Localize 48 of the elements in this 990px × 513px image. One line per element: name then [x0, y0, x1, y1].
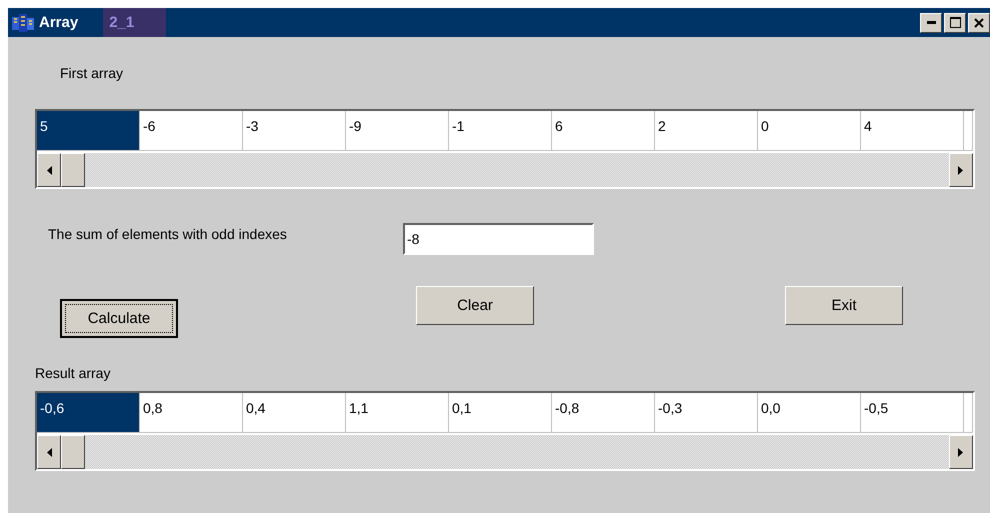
- title-overlay-text: 2_1: [103, 8, 166, 37]
- grid-cell[interactable]: -0,8: [552, 393, 655, 433]
- left-arrow-icon: [46, 448, 52, 456]
- grid-cell[interactable]: 1,1: [346, 393, 449, 433]
- grid-cell[interactable]: 0,8: [140, 393, 243, 433]
- maximize-button[interactable]: [944, 12, 966, 32]
- grid-cell[interactable]: -6: [140, 111, 243, 151]
- left-arrow-icon: [46, 166, 52, 174]
- first-array-label: First array: [60, 65, 124, 81]
- grid-cell[interactable]: -9: [346, 111, 449, 151]
- right-arrow-icon: [958, 448, 964, 456]
- grid-cell[interactable]: 2: [655, 111, 758, 151]
- array-grid[interactable]: 5 -6 -3 -9 -1 6 2 0 4: [35, 109, 975, 189]
- scroll-thumb[interactable]: [61, 153, 85, 187]
- scroll-right-button[interactable]: [949, 435, 973, 469]
- calculate-button[interactable]: Calculate: [60, 299, 178, 338]
- sum-label: The sum of elements with odd indexes: [48, 226, 288, 242]
- scroll-left-button[interactable]: [37, 153, 61, 187]
- exit-button[interactable]: Exit: [785, 286, 903, 325]
- grid-cell[interactable]: 0: [758, 111, 861, 151]
- grid-cell[interactable]: 0,0: [758, 393, 861, 433]
- maximize-icon: [950, 17, 960, 28]
- minimize-icon: [926, 21, 936, 24]
- grid-cell[interactable]: -3: [243, 111, 346, 151]
- array-grid[interactable]: -0,6 0,8 0,4 1,1 0,1 -0,8 -0,3 0,0 -0,5: [35, 391, 975, 471]
- close-icon: [974, 18, 984, 28]
- sum-field[interactable]: -8: [403, 223, 594, 255]
- grid-cell[interactable]: 5: [37, 111, 140, 151]
- grid-cell[interactable]: -1: [449, 111, 552, 151]
- grid-cell[interactable]: 0,1: [449, 393, 552, 433]
- grid-cell[interactable]: -0,5: [861, 393, 964, 433]
- grid-cell[interactable]: -0,6: [37, 393, 140, 433]
- grid-cell[interactable]: [964, 393, 973, 433]
- close-button[interactable]: [968, 12, 990, 32]
- grid-cell[interactable]: -0,3: [655, 393, 758, 433]
- minimize-button[interactable]: [920, 12, 942, 32]
- clear-button[interactable]: Clear: [416, 286, 534, 325]
- scroll-thumb[interactable]: [61, 435, 85, 469]
- grid-cell[interactable]: 6: [552, 111, 655, 151]
- result-array-label: Result array: [35, 365, 112, 381]
- grid-cell[interactable]: 0,4: [243, 393, 346, 433]
- window-title: Array: [39, 14, 78, 31]
- scroll-right-button[interactable]: [949, 153, 973, 187]
- scroll-left-button[interactable]: [37, 435, 61, 469]
- right-arrow-icon: [958, 166, 964, 174]
- grid-cell[interactable]: 4: [861, 111, 964, 151]
- app-icon: [12, 14, 34, 32]
- grid-cell[interactable]: [964, 111, 973, 151]
